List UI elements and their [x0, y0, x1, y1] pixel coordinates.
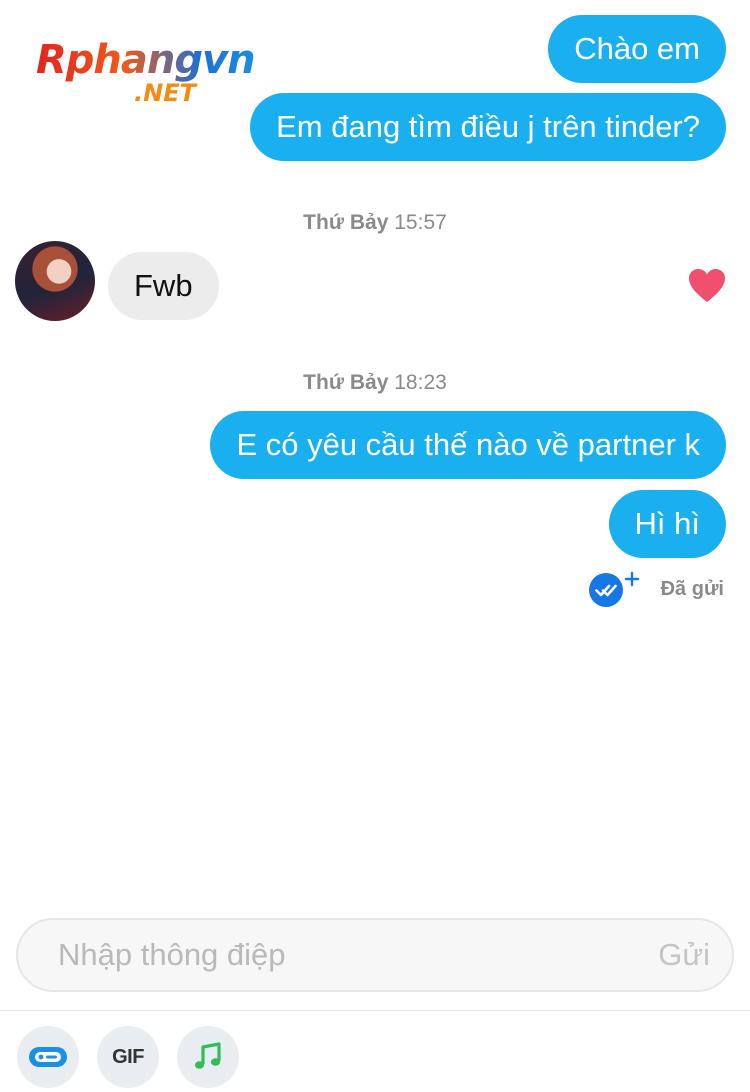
message-input[interactable]: Nhập thông điệp Gửi: [16, 918, 734, 992]
message-incoming[interactable]: Fwb: [108, 252, 219, 320]
sent-check-icon: [589, 571, 640, 607]
toolbar-divider: [0, 1010, 750, 1011]
message-outgoing[interactable]: E có yêu cầu thế nào về partner k: [210, 411, 726, 479]
watermark-logo: Rphangvn .NET: [36, 36, 276, 116]
timestamp-time: 18:23: [394, 371, 447, 394]
message-input-placeholder: Nhập thông điệp: [58, 937, 286, 972]
timestamp: Thứ Bảy 18:23: [0, 370, 750, 396]
message-outgoing[interactable]: Hì hì: [608, 490, 726, 558]
sticker-button[interactable]: [17, 1026, 79, 1088]
send-button[interactable]: Gửi: [658, 920, 710, 990]
timestamp-day: Thứ Bảy: [303, 371, 389, 394]
heart-icon[interactable]: [688, 268, 726, 304]
contact-card-icon: [29, 1047, 67, 1067]
timestamp-time: 15:57: [394, 211, 447, 234]
music-button[interactable]: [177, 1026, 239, 1088]
watermark-sub: .NET: [134, 79, 196, 107]
avatar[interactable]: [15, 241, 95, 321]
timestamp-day: Thứ Bảy: [303, 211, 389, 234]
timestamp: Thứ Bảy 15:57: [0, 210, 750, 236]
message-outgoing[interactable]: Chào em: [548, 15, 726, 83]
gif-label: GIF: [112, 1045, 144, 1068]
watermark-main: Rphangvn: [36, 37, 256, 83]
gif-button[interactable]: GIF: [97, 1026, 159, 1088]
music-note-icon: [194, 1042, 221, 1069]
sent-status: Đã gửi: [660, 578, 724, 600]
message-outgoing[interactable]: Em đang tìm điều j trên tinder?: [250, 93, 726, 161]
